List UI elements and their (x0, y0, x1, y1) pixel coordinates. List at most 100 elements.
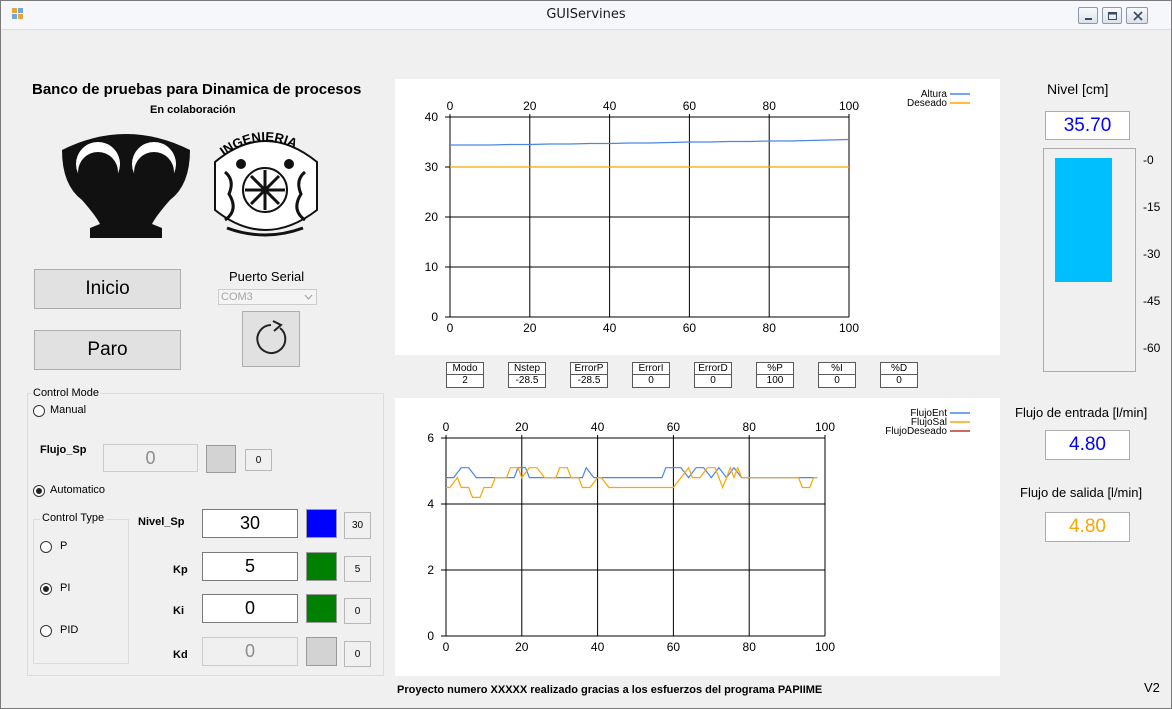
x-tick-label-top: 0 (447, 99, 454, 113)
nivel-gauge-fill (1055, 158, 1112, 282)
refresh-icon (256, 320, 287, 354)
y-tick-label: 2 (427, 563, 434, 577)
maximize-icon (1108, 12, 1117, 20)
footer-text: Proyecto numero XXXXX realizado gracias … (397, 684, 823, 696)
level-chart-panel: 0 0 20 20 40 40 60 60 80 80 100 100 0 10 20 30 40 Altura D… (395, 79, 1000, 355)
start-button[interactable]: Inicio (34, 269, 181, 309)
close-button[interactable] (1126, 7, 1148, 24)
level-chart: 002020404060608080100100010203040AlturaD… (425, 89, 970, 335)
nivel-sp-input[interactable]: 30 (202, 509, 298, 538)
param-header: %D (880, 362, 918, 375)
param-header: Nstep (508, 362, 546, 375)
param-value: -28.5 (508, 375, 546, 388)
y-tick-label: 30 (425, 160, 439, 174)
automatico-radio[interactable] (33, 485, 45, 497)
x-tick-label-bottom: 40 (591, 640, 605, 654)
refresh-button[interactable] (242, 311, 300, 367)
stop-button[interactable]: Paro (34, 330, 181, 370)
ki-label: Ki (173, 605, 184, 617)
flujo-sp-input[interactable]: 0 (103, 444, 198, 472)
minimize-button[interactable] (1078, 7, 1098, 24)
param-cell: ErrorP -28.5 (570, 362, 608, 388)
flow-chart-panel: 0 0 20 20 40 40 60 60 80 80 100 100 0 2 4 6 FlujoEnt Fluj… (395, 398, 1000, 676)
series-line-flujosal (446, 466, 818, 499)
nivel-gauge (1043, 148, 1136, 372)
kd-label: Kd (173, 649, 188, 661)
param-header: ErrorD (694, 362, 732, 375)
nivel-sp-color-indicator (306, 509, 337, 538)
title-bar: GUIServines (0, 0, 1172, 30)
ki-indicator: 0 (344, 598, 371, 624)
y-tick-label: 0 (427, 629, 434, 643)
x-tick-label-bottom: 40 (603, 321, 617, 335)
kp-color-indicator (306, 552, 337, 581)
minimize-icon (1085, 18, 1092, 20)
param-header: ErrorI (632, 362, 670, 375)
nivel-readout: 35.70 (1045, 111, 1130, 140)
manual-radio[interactable] (33, 405, 45, 417)
x-tick-label-bottom: 100 (839, 321, 859, 335)
maximize-button[interactable] (1102, 7, 1122, 24)
param-cell: ErrorI 0 (632, 362, 670, 388)
param-header: ErrorP (570, 362, 608, 375)
manual-label: Manual (50, 404, 87, 416)
y-tick-label: 20 (425, 210, 439, 224)
institution-logo (62, 134, 190, 238)
x-tick-label-top: 40 (603, 99, 617, 113)
pid-label: PID (60, 624, 79, 636)
legend-label-deseado: Deseado (907, 98, 947, 109)
x-tick-label-bottom: 20 (523, 321, 537, 335)
x-tick-label-top: 80 (763, 99, 777, 113)
nivel-scale-tick: -0 (1143, 153, 1154, 167)
flujo-salida-label: Flujo de salida [l/min] (1020, 485, 1143, 500)
param-cell: %P 100 (756, 362, 794, 388)
collaboration-label: En colaboración (150, 104, 236, 116)
x-tick-label-bottom: 60 (667, 640, 681, 654)
x-tick-label-bottom: 0 (443, 640, 450, 654)
control-type-title: Control Type (40, 512, 107, 524)
kd-input[interactable]: 0 (202, 637, 298, 666)
param-value: 0 (880, 375, 918, 388)
kd-indicator: 0 (344, 641, 371, 667)
pid-radio[interactable] (40, 625, 52, 637)
x-tick-label-bottom: 80 (763, 321, 777, 335)
legend-label-flujodeseado: FlujoDeseado (885, 426, 947, 437)
nivel-label: Nivel [cm] (1047, 81, 1109, 97)
ki-input[interactable]: 0 (202, 594, 298, 623)
x-tick-label-top: 40 (591, 420, 605, 434)
param-header: %P (756, 362, 794, 375)
serial-port-value: COM3 (221, 291, 253, 303)
flujo-entrada-label: Flujo de entrada [l/min] (1015, 405, 1148, 420)
x-tick-label-bottom: 20 (515, 640, 529, 654)
x-tick-label-top: 20 (515, 420, 529, 434)
flujo-salida-readout: 4.80 (1045, 512, 1130, 542)
x-tick-label-top: 100 (815, 420, 835, 434)
controller-params-table: Modo 2 Nstep -28.5 ErrorP -28.5 ErrorI 0 ErrorD 0… (446, 362, 946, 392)
x-tick-label-top: 80 (743, 420, 757, 434)
y-tick-label: 4 (427, 497, 434, 511)
engineering-seal-logo: INGENIERIA (214, 129, 318, 237)
param-header: Modo (446, 362, 484, 375)
x-tick-label-bottom: 60 (683, 321, 697, 335)
param-value: 0 (818, 375, 856, 388)
x-tick-label-top: 60 (667, 420, 681, 434)
param-value: 100 (756, 375, 794, 388)
app-heading: Banco de pruebas para Dinamica de proces… (32, 81, 362, 98)
automatico-label: Automatico (50, 484, 106, 496)
nivel-scale-tick: -60 (1143, 341, 1161, 355)
serial-port-label: Puerto Serial (229, 269, 305, 284)
serial-port-select[interactable]: COM3 (218, 289, 317, 305)
pi-label: PI (60, 582, 71, 594)
y-tick-label: 40 (425, 110, 439, 124)
p-radio[interactable] (40, 541, 52, 553)
flujo-entrada-readout: 4.80 (1045, 430, 1130, 460)
param-cell: Modo 2 (446, 362, 484, 388)
kp-input[interactable]: 5 (202, 552, 298, 581)
flujo-sp-indicator: 0 (245, 449, 272, 471)
param-cell: %D 0 (880, 362, 918, 388)
param-cell: Nstep -28.5 (508, 362, 546, 388)
pi-radio[interactable] (40, 583, 52, 595)
p-label: P (60, 540, 68, 552)
x-tick-label-top: 20 (523, 99, 537, 113)
param-value: 2 (446, 375, 484, 388)
